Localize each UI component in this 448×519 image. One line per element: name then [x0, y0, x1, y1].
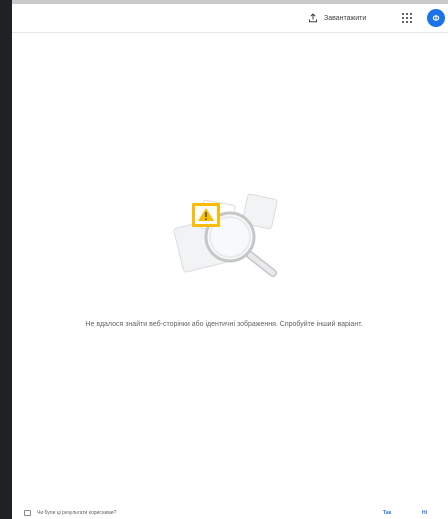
header: Завантажити Ф	[12, 4, 448, 32]
upload-button[interactable]: Завантажити	[308, 9, 366, 27]
feedback-bar: Чи були ці результати корисними? Так Ні	[12, 509, 448, 519]
no-results-message: Не вдалося знайти веб-сторінки або ідент…	[85, 321, 363, 328]
feedback-question: Чи були ці результати корисними?	[37, 510, 117, 516]
feedback-yes-button[interactable]: Так	[383, 510, 391, 516]
no-results-illustration-icon	[173, 193, 278, 277]
feedback-icon	[24, 510, 31, 516]
feedback-no-button[interactable]: Ні	[422, 510, 427, 516]
apps-grid-icon[interactable]	[401, 12, 413, 24]
account-avatar[interactable]: Ф	[427, 9, 445, 27]
left-image-panel	[0, 0, 12, 519]
upload-icon	[309, 13, 317, 23]
upload-label: Завантажити	[324, 14, 367, 22]
avatar-letter: Ф	[432, 13, 440, 23]
